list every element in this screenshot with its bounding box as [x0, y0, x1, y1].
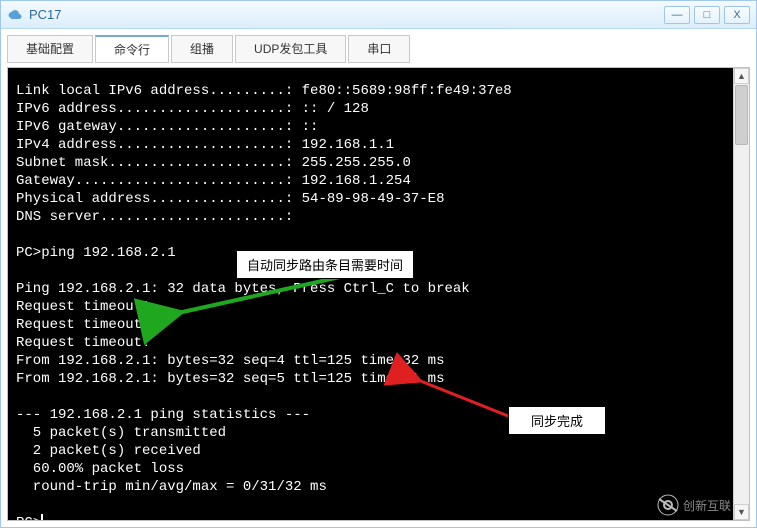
- app-window: PC17 — □ X 基础配置 命令行 组播 UDP发包工具 串口 Link l…: [0, 0, 757, 528]
- annotation-label-sync-wait: 自动同步路由条目需要时间: [236, 250, 414, 279]
- scroll-thumb[interactable]: [735, 85, 748, 145]
- window-title: PC17: [29, 7, 664, 22]
- scroll-down-button[interactable]: ▼: [734, 504, 749, 520]
- tab-serial[interactable]: 串口: [348, 35, 410, 63]
- scroll-up-button[interactable]: ▲: [734, 68, 749, 84]
- app-cloud-icon: [7, 7, 23, 23]
- minimize-button[interactable]: —: [664, 6, 690, 24]
- tab-basic-config[interactable]: 基础配置: [7, 35, 93, 63]
- titlebar: PC17 — □ X: [1, 1, 756, 29]
- watermark-logo-icon: [657, 494, 679, 516]
- watermark-text: 创新互联: [683, 497, 731, 514]
- window-controls: — □ X: [664, 6, 750, 24]
- terminal-container: Link local IPv6 address.........: fe80::…: [7, 67, 750, 521]
- terminal[interactable]: Link local IPv6 address.........: fe80::…: [8, 68, 734, 520]
- maximize-button[interactable]: □: [694, 6, 720, 24]
- annotation-label-sync-done: 同步完成: [508, 406, 606, 435]
- tab-udp-tool[interactable]: UDP发包工具: [235, 35, 346, 63]
- watermark: 创新互联: [657, 494, 731, 516]
- tab-bar: 基础配置 命令行 组播 UDP发包工具 串口: [7, 35, 750, 63]
- terminal-scrollbar[interactable]: ▲ ▼: [733, 68, 749, 520]
- tab-multicast[interactable]: 组播: [171, 35, 233, 63]
- tab-command-line[interactable]: 命令行: [95, 35, 169, 63]
- client-area: 基础配置 命令行 组播 UDP发包工具 串口 Link local IPv6 a…: [1, 29, 756, 527]
- close-button[interactable]: X: [724, 6, 750, 24]
